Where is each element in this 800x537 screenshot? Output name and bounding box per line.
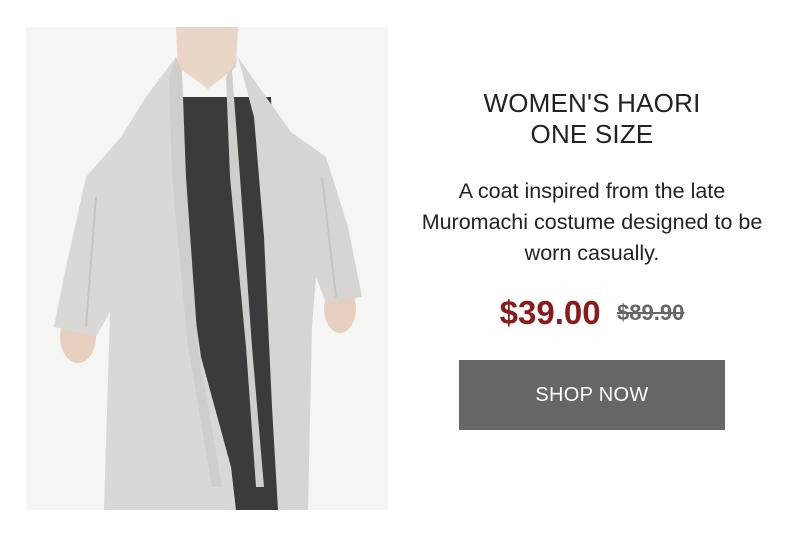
shop-now-button[interactable]: SHOP NOW: [459, 360, 725, 430]
product-description: A coat inspired from the late Muromachi …: [421, 179, 763, 265]
price-row: $39.00 $89.90: [410, 291, 774, 335]
sale-price: $39.00: [499, 294, 601, 331]
product-image[interactable]: [26, 27, 388, 510]
original-price: $89.90: [617, 300, 685, 325]
product-info: WOMEN'S HAORI ONE SIZE A coat inspired f…: [410, 88, 774, 430]
haori-illustration: [54, 27, 362, 510]
product-title-line1: WOMEN'S HAORI: [483, 88, 701, 118]
product-title-line2: ONE SIZE: [530, 119, 654, 149]
product-title: WOMEN'S HAORI ONE SIZE: [410, 88, 774, 150]
